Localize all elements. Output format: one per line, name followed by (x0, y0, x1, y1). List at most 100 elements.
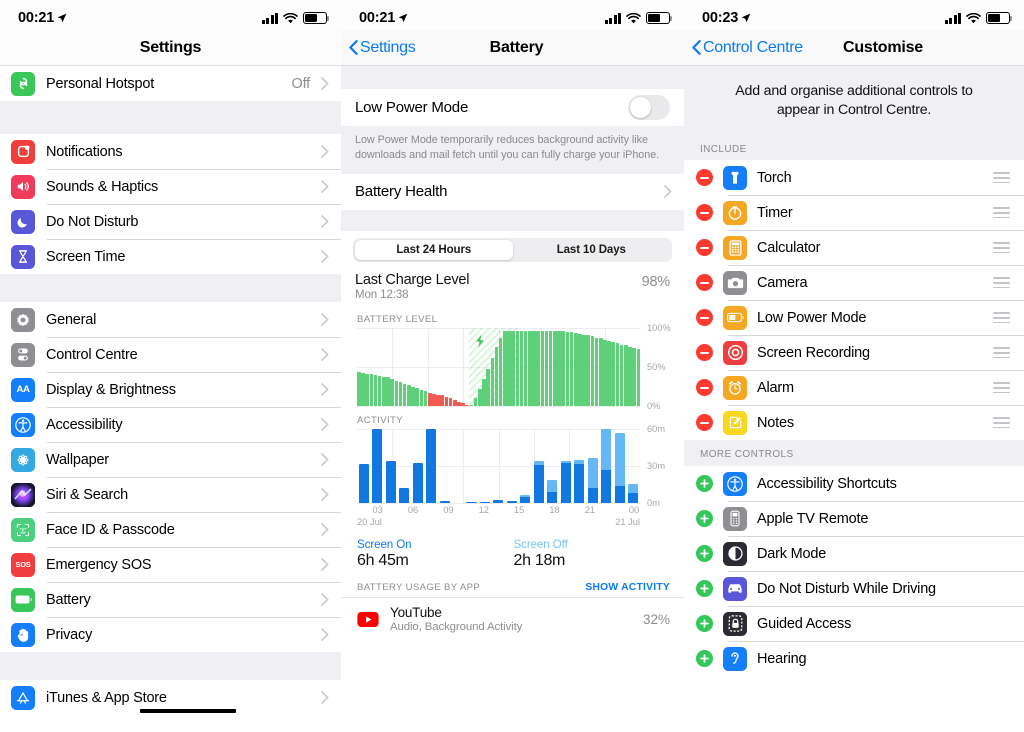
remove-control-button[interactable] (696, 239, 713, 257)
battery-level-bar (607, 340, 611, 407)
reorder-handle-icon[interactable] (993, 382, 1010, 394)
remove-control-button[interactable] (696, 204, 713, 222)
control-row-do-not-disturb-while-driving[interactable]: Do Not Disturb While Driving (684, 571, 1024, 607)
activity-bar (438, 429, 451, 504)
settings-row-label: Emergency SOS (46, 556, 152, 573)
control-row-calculator[interactable]: Calculator (684, 230, 1024, 266)
settings-row-face-id-passcode[interactable]: Face ID & Passcode (0, 512, 341, 547)
control-row-guided-access[interactable]: Guided Access (684, 606, 1024, 642)
add-control-button[interactable] (696, 510, 713, 528)
reorder-handle-icon[interactable] (993, 207, 1010, 219)
settings-row-personal-hotspot[interactable]: Personal Hotspot Off (0, 66, 341, 101)
reorder-handle-icon[interactable] (993, 312, 1010, 324)
redaction-bar (140, 709, 236, 713)
low-power-mode-toggle[interactable] (628, 95, 670, 120)
add-control-button[interactable] (696, 615, 713, 633)
activity-bar-screen-on (574, 463, 585, 504)
battery-level-bar (569, 332, 574, 407)
settings-row-emergency-sos[interactable]: SOS Emergency SOS (0, 547, 341, 582)
settings-row-do-not-disturb[interactable]: Do Not Disturb (0, 204, 341, 239)
battery-icon (986, 12, 1013, 24)
control-row-label: Screen Recording (757, 344, 870, 361)
settings-row-general[interactable]: General (0, 302, 341, 337)
reorder-handle-icon[interactable] (993, 172, 1010, 184)
control-row-dark-mode[interactable]: Dark Mode (684, 536, 1024, 572)
battery-level-bar (407, 385, 411, 407)
sounds-icon (11, 174, 35, 199)
y-axis-tick: 60m (647, 424, 666, 435)
reorder-handle-icon[interactable] (993, 417, 1010, 429)
settings-row-label: Sounds & Haptics (46, 178, 159, 195)
status-time: 00:21 (359, 10, 396, 26)
activity-bar-screen-off (547, 479, 558, 493)
activity-bar (384, 429, 397, 504)
reorder-handle-icon[interactable] (993, 277, 1010, 289)
control-row-torch[interactable]: Torch (684, 160, 1024, 196)
add-control-button[interactable] (696, 580, 713, 598)
settings-row-screen-time[interactable]: Screen Time (0, 239, 341, 274)
back-button[interactable]: Settings (349, 39, 416, 57)
add-control-button[interactable] (696, 475, 713, 493)
remove-control-button[interactable] (696, 414, 713, 432)
control-row-apple-tv-remote[interactable]: Apple TV Remote (684, 501, 1024, 537)
settings-row-wallpaper[interactable]: Wallpaper (0, 442, 341, 477)
control-row-low-power-mode[interactable]: Low Power Mode (684, 300, 1024, 336)
remove-control-button[interactable] (696, 344, 713, 362)
remove-control-button[interactable] (696, 309, 713, 327)
remove-control-button[interactable] (696, 274, 713, 292)
settings-row-control-centre[interactable]: Control Centre (0, 337, 341, 372)
control-row-alarm[interactable]: Alarm (684, 370, 1024, 406)
last-charge-percent: 98% (641, 273, 671, 290)
app-store-icon (11, 685, 35, 710)
battery-level-bar (515, 330, 520, 407)
reorder-handle-icon[interactable] (993, 347, 1010, 359)
settings-row-label: Face ID & Passcode (46, 521, 175, 538)
page-title: Settings (139, 38, 202, 56)
battery-level-bar (461, 403, 465, 407)
group-spacer (341, 209, 684, 231)
battery-level-bar (540, 330, 545, 407)
battery-health-row[interactable]: Battery Health (341, 173, 684, 210)
remove-control-button[interactable] (696, 169, 713, 187)
settings-row-sounds-haptics[interactable]: Sounds & Haptics (0, 169, 341, 204)
settings-row-notifications[interactable]: Notifications (0, 134, 341, 169)
battery-level-bar (411, 386, 415, 407)
hotspot-icon (11, 71, 35, 96)
control-row-screen-recording[interactable]: Screen Recording (684, 335, 1024, 371)
control-row-accessibility-shortcuts[interactable]: Accessibility Shortcuts (684, 466, 1024, 502)
add-control-button[interactable] (696, 545, 713, 563)
settings-row-display-brightness[interactable]: AA Display & Brightness (0, 372, 341, 407)
reorder-handle-icon[interactable] (993, 242, 1010, 254)
settings-row-siri-search[interactable]: Siri & Search (0, 477, 341, 512)
cellular-signal-icon (944, 12, 961, 24)
control-row-camera[interactable]: Camera (684, 265, 1024, 301)
wifi-icon (626, 12, 641, 23)
battery-level-bar (573, 332, 578, 407)
segment-last-10-days[interactable]: Last 10 Days (513, 240, 671, 260)
control-row-hearing[interactable]: Hearing (684, 641, 1024, 677)
add-control-button[interactable] (696, 650, 713, 668)
activity-x-axis-labels: 03 06 09 12 15 18 21 00 (357, 505, 640, 517)
battery-level-bar (473, 398, 478, 407)
time-range-segmented-control[interactable]: Last 24 Hours Last 10 Days (341, 230, 684, 267)
chevron-right-icon (321, 145, 329, 158)
activity-bar-screen-off (587, 457, 598, 489)
segment-last-24-hours[interactable]: Last 24 Hours (355, 239, 513, 260)
x-axis-tick: 03 (372, 505, 383, 516)
settings-row-battery[interactable]: Battery (0, 582, 341, 617)
screen-off-label: Screen Off (513, 538, 568, 552)
remove-control-button[interactable] (696, 379, 713, 397)
control-row-label: Camera (757, 274, 808, 291)
chevron-right-icon (321, 77, 329, 90)
low-power-mode-row[interactable]: Low Power Mode (341, 89, 684, 126)
settings-row-privacy[interactable]: Privacy (0, 617, 341, 652)
control-row-notes[interactable]: Notes (684, 405, 1024, 441)
battery-level-bar (511, 330, 515, 407)
battery-app-row[interactable]: YouTube Audio, Background Activity 32% (341, 597, 684, 641)
settings-row-accessibility[interactable]: Accessibility (0, 407, 341, 442)
battery-level-bar (590, 336, 595, 407)
back-button[interactable]: Control Centre (692, 39, 803, 57)
show-activity-button[interactable]: SHOW ACTIVITY (585, 582, 670, 593)
wallpaper-icon (11, 447, 35, 472)
control-row-timer[interactable]: Timer (684, 195, 1024, 231)
